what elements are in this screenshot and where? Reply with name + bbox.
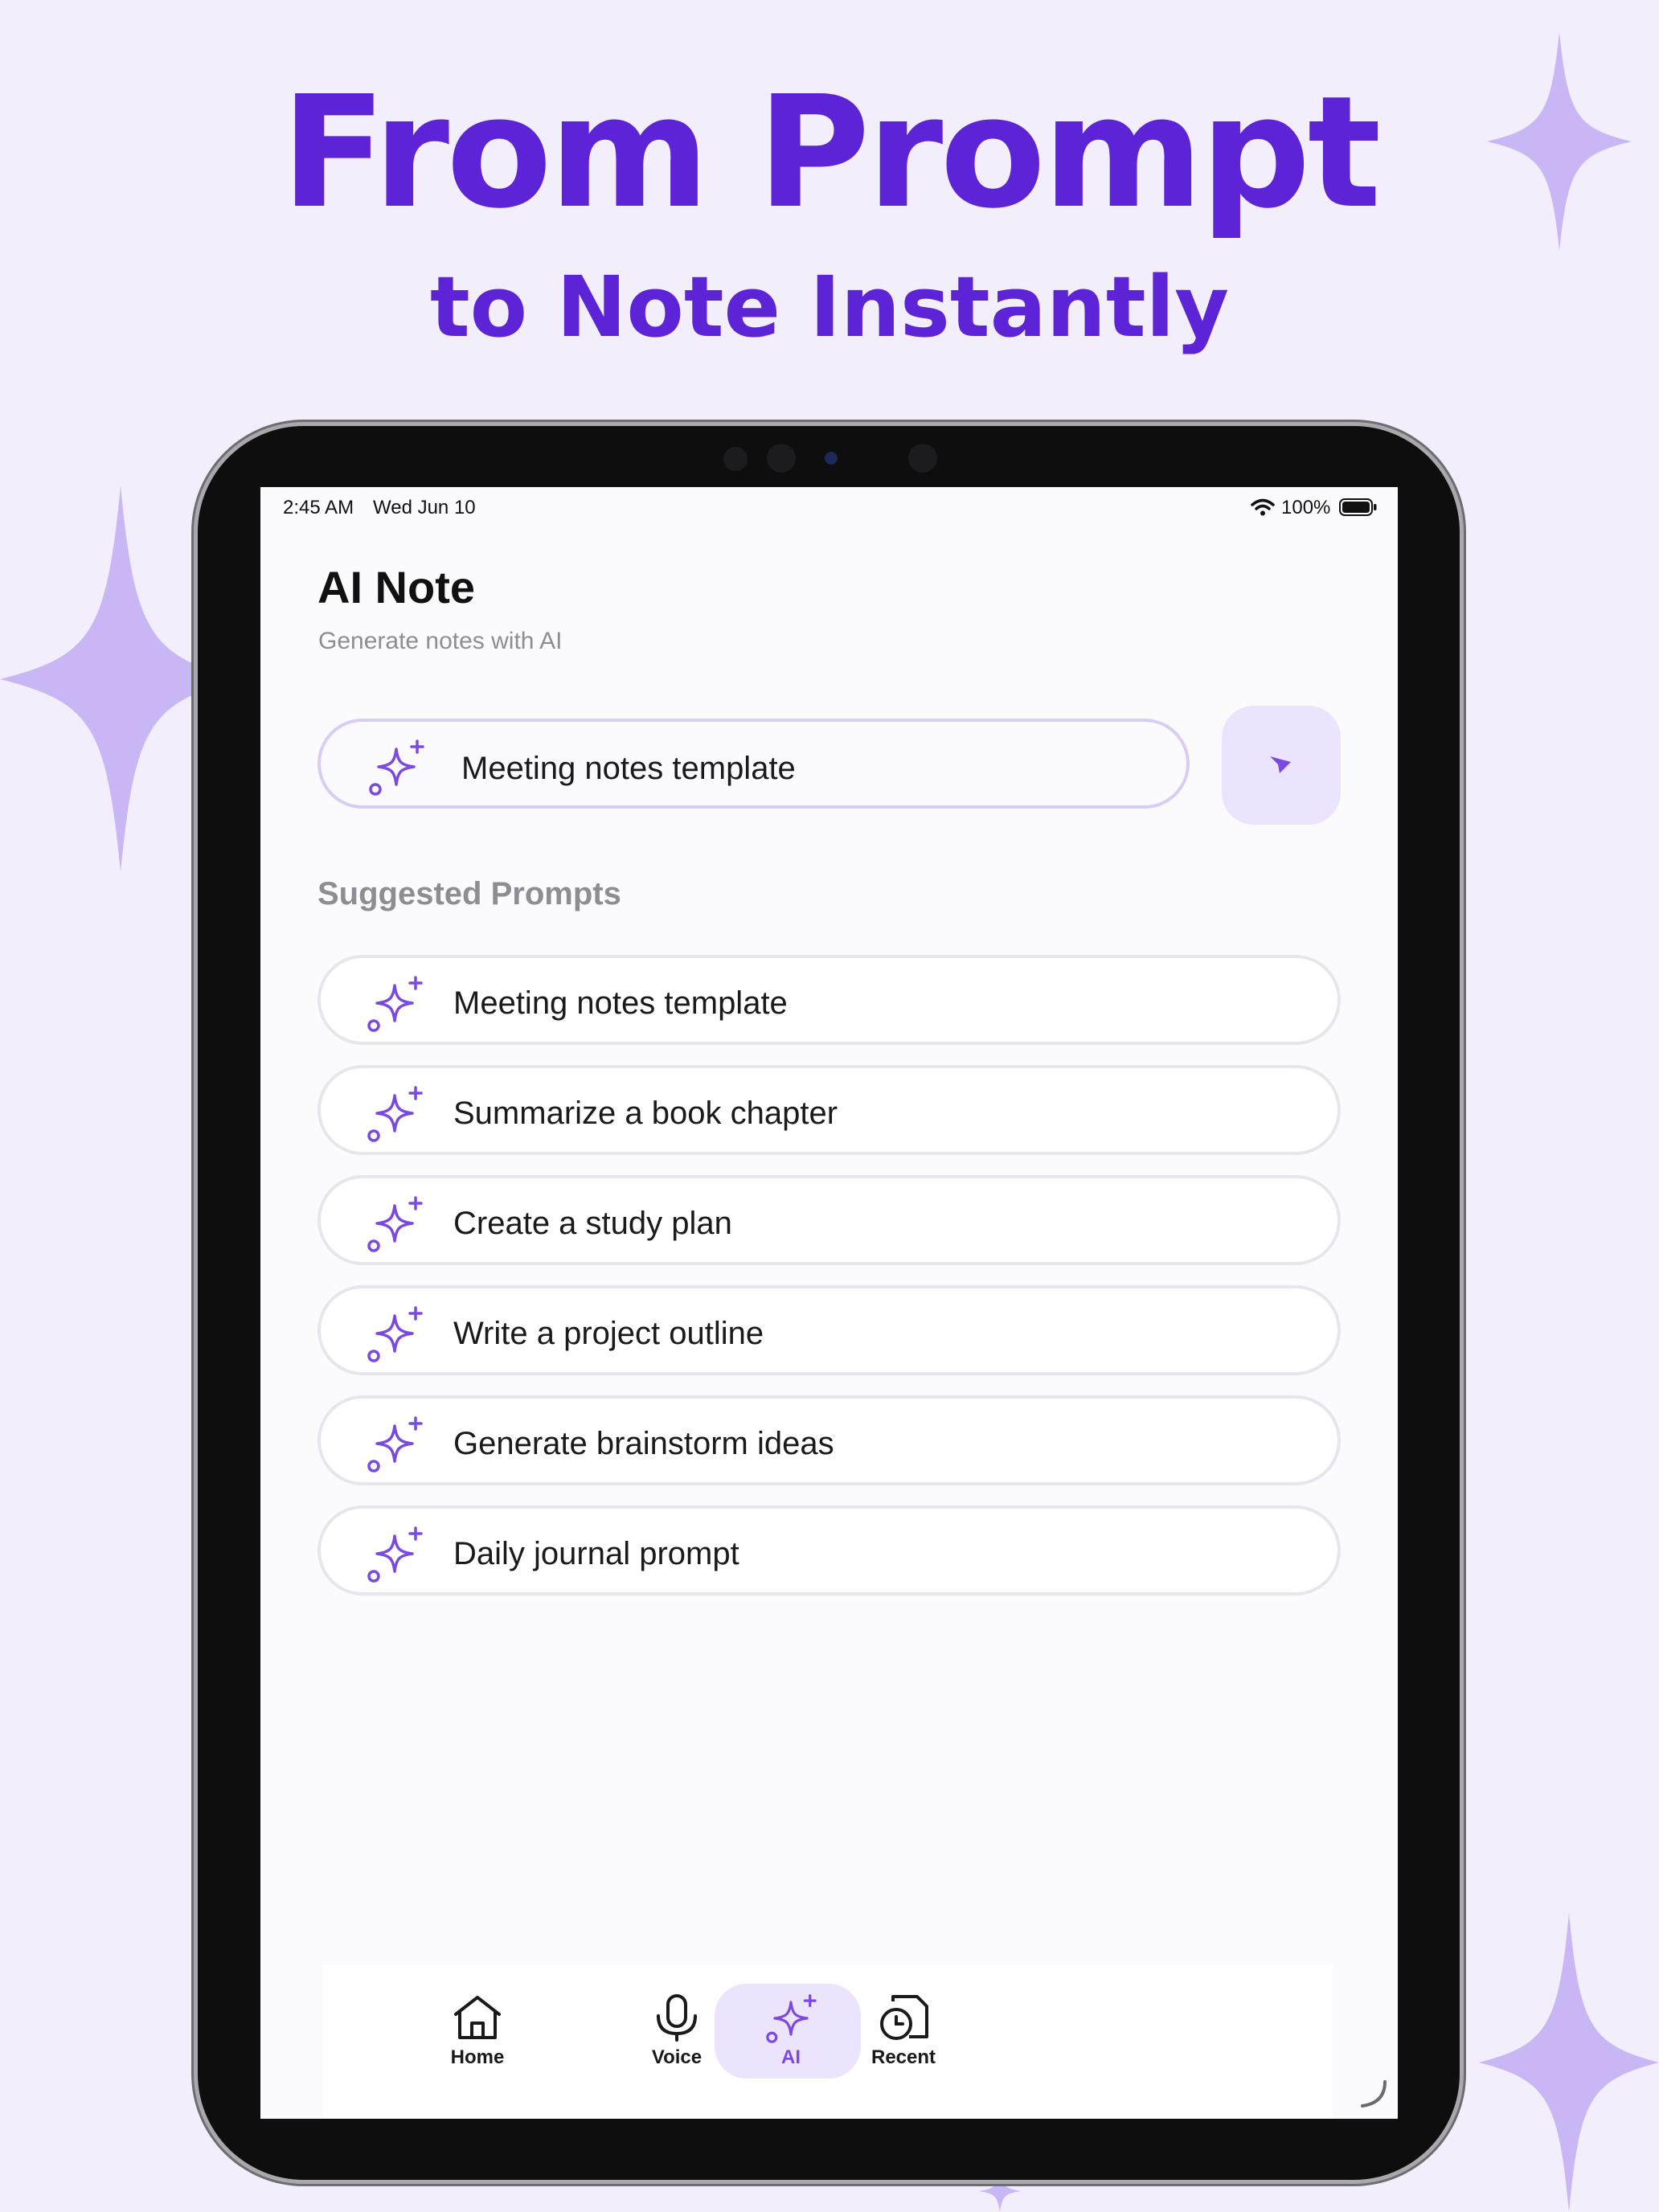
hero-title: From Prompt	[281, 63, 1382, 243]
microphone-icon	[657, 1994, 697, 2042]
page-title: AI Note	[317, 562, 475, 612]
section-title: Suggested Prompts	[317, 876, 621, 911]
suggestion-item[interactable]: Create a study plan	[317, 1175, 1341, 1265]
camera-lens	[767, 444, 796, 473]
status-time: 2:45 AM	[283, 497, 354, 518]
suggestion-item[interactable]: Summarize a book chapter	[317, 1065, 1341, 1155]
sparkle-decoration-icon	[1479, 1913, 1659, 2212]
sparkles-icon	[367, 1416, 423, 1473]
hero-subtitle: to Note Instantly	[429, 258, 1230, 356]
suggestion-item[interactable]: Generate brainstorm ideas	[317, 1395, 1341, 1485]
send-icon	[1270, 756, 1291, 773]
tab-label: Voice	[651, 2046, 703, 2068]
home-icon	[454, 1996, 501, 2039]
camera-indicator	[825, 452, 838, 465]
corner-indicator-icon	[1361, 2080, 1387, 2108]
suggestion-label: Meeting notes template	[453, 985, 788, 1021]
battery-icon	[1339, 498, 1377, 516]
tab-label: Home	[450, 2046, 505, 2068]
tab-label: Recent	[870, 2046, 936, 2068]
suggestion-label: Summarize a book chapter	[453, 1096, 838, 1131]
recent-icon	[880, 1995, 928, 2040]
sparkles-icon	[367, 1526, 423, 1583]
suggestion-label: Write a project outline	[453, 1316, 764, 1351]
suggestion-item[interactable]: Write a project outline	[317, 1285, 1341, 1375]
camera-sensor	[723, 447, 748, 471]
sparkles-icon	[367, 1306, 423, 1362]
status-date: Wed Jun 10	[373, 497, 476, 518]
sparkles-icon	[367, 1086, 423, 1142]
camera-lens	[908, 444, 937, 473]
sparkles-icon	[367, 1196, 423, 1252]
tab-recent[interactable]: Recent	[827, 1964, 980, 2119]
sparkle-decoration-icon	[1487, 32, 1632, 251]
sparkles-icon	[766, 1994, 817, 2043]
suggestion-item[interactable]: Meeting notes template	[317, 955, 1341, 1045]
tab-home[interactable]: Home	[401, 1964, 554, 2119]
sparkles-icon	[367, 976, 423, 1032]
suggestion-item[interactable]: Daily journal prompt	[317, 1505, 1341, 1596]
prompt-input-value: Meeting notes template	[461, 751, 796, 786]
battery-percent: 100%	[1281, 497, 1331, 518]
tab-voice[interactable]: Voice	[600, 1964, 753, 2119]
prompt-input[interactable]: Meeting notes template	[317, 719, 1190, 809]
suggestion-label: Daily journal prompt	[453, 1536, 739, 1571]
app-screen: 2:45 AM Wed Jun 10 100% AI Note Generate…	[260, 487, 1398, 2119]
send-button[interactable]	[1222, 706, 1341, 825]
tab-bar: AI Home Voice Recent	[323, 1964, 1333, 2119]
suggestion-label: Generate brainstorm ideas	[453, 1426, 834, 1461]
page-subtitle: Generate notes with AI	[318, 628, 563, 654]
sparkles-icon	[369, 739, 424, 796]
suggestion-label: Create a study plan	[453, 1206, 732, 1241]
wifi-icon	[1251, 498, 1275, 516]
